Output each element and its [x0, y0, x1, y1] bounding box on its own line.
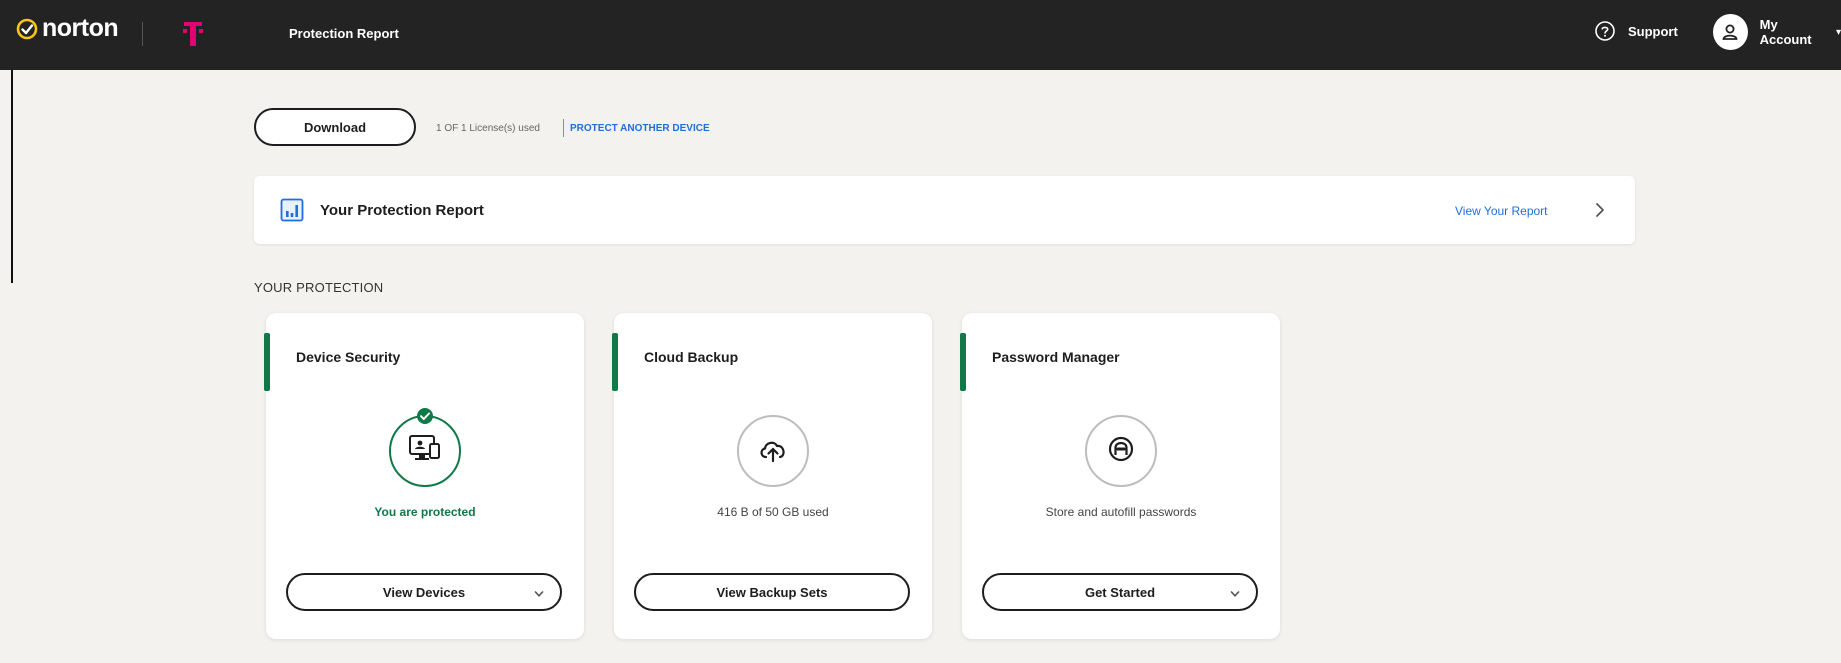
card-accent-bar — [612, 333, 618, 391]
support-label: Support — [1628, 23, 1678, 39]
button-label: View Backup Sets — [716, 584, 828, 600]
button-label: View Devices — [382, 584, 466, 600]
account-label: My Account — [1759, 17, 1812, 47]
card-title: Device Security — [296, 349, 401, 365]
device-security-card: Device Security You are protected View D… — [264, 313, 584, 639]
icon-circle — [389, 415, 461, 487]
protection-report-card[interactable]: Your Protection Report View Your Report — [254, 176, 1635, 244]
page-title[interactable]: Protection Report — [289, 26, 399, 41]
card-accent-bar — [960, 333, 966, 391]
my-account-menu[interactable]: My Account ▾ — [1713, 14, 1841, 50]
password-manager-card: Password Manager Store and autofill pass… — [960, 313, 1280, 639]
view-report-link[interactable]: View Your Report — [1455, 204, 1548, 218]
logo-text: norton — [42, 14, 119, 42]
norton-check-icon — [16, 18, 38, 40]
card-accent-bar — [264, 333, 270, 391]
password-status: Store and autofill passwords — [1045, 505, 1197, 519]
cloud-upload-icon — [757, 435, 789, 468]
user-icon — [1722, 24, 1738, 40]
report-chart-icon — [280, 198, 304, 222]
card-title: Cloud Backup — [644, 349, 739, 365]
get-started-button[interactable]: Get Started — [982, 573, 1258, 611]
top-navigation-bar: norton Protection Report Support My Acco… — [0, 0, 1841, 70]
password-vault-icon — [1106, 434, 1136, 469]
backup-usage-status: 416 B of 50 GB used — [717, 505, 829, 519]
norton-logo[interactable]: norton — [16, 14, 119, 43]
view-backup-sets-button[interactable]: View Backup Sets — [634, 573, 910, 611]
chevron-down-icon: ▾ — [1835, 26, 1841, 38]
cloud-backup-card: Cloud Backup 416 B of 50 GB used View Ba… — [612, 313, 932, 639]
report-title: Your Protection Report — [320, 202, 484, 219]
download-button[interactable]: Download — [254, 108, 416, 146]
protect-another-device-link[interactable]: PROTECT ANOTHER DEVICE — [570, 123, 710, 134]
support-link[interactable]: Support — [1594, 20, 1678, 42]
icon-circle — [1085, 415, 1157, 487]
section-heading: YOUR PROTECTION — [254, 280, 384, 295]
help-question-icon — [1594, 20, 1616, 42]
icon-circle — [737, 415, 809, 487]
button-label: Get Started — [1084, 584, 1156, 600]
chevron-right-icon[interactable] — [1592, 201, 1608, 219]
avatar — [1713, 14, 1748, 50]
chevron-down-icon — [1230, 587, 1240, 597]
card-title: Password Manager — [992, 349, 1120, 365]
protection-status: You are protected — [374, 505, 476, 519]
view-devices-button[interactable]: View Devices — [286, 573, 562, 611]
license-usage-text: 1 OF 1 License(s) used — [436, 123, 540, 134]
protected-check-icon — [416, 407, 434, 425]
chevron-down-icon — [534, 587, 544, 597]
t-mobile-logo-icon — [182, 20, 204, 48]
monitor-device-icon — [408, 434, 442, 469]
license-divider — [563, 119, 564, 137]
header-divider — [142, 22, 143, 46]
left-frame-border — [11, 70, 13, 283]
